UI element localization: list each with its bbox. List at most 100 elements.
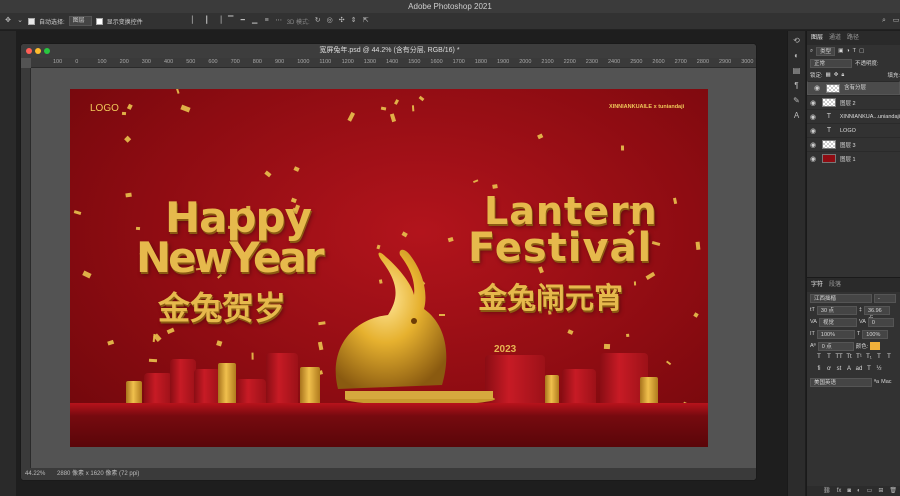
fx-icon[interactable]: fx <box>837 486 842 496</box>
vertical-ruler[interactable] <box>21 68 31 470</box>
ruler-tick-label: 1300 <box>363 59 377 65</box>
3d-slide-icon[interactable]: ⇕ <box>350 17 358 25</box>
document-tab[interactable]: 宽屏兔年.psd @ 44.2% (含有分层, RGB/16) * <box>21 44 756 58</box>
layer-row[interactable]: ◉ 图层 1 <box>807 151 900 165</box>
align-right-icon[interactable]: ▕ <box>215 17 223 25</box>
minimize-icon[interactable] <box>35 48 41 54</box>
show-transform-checkbox[interactable] <box>95 17 103 25</box>
new-layer-icon[interactable]: ⊞ <box>878 486 883 496</box>
visibility-eye-icon[interactable]: ◉ <box>807 99 819 107</box>
horizontal-ruler[interactable]: 100 0 100 200 300 400 500 600 700 800 900 1000 1100 1… <box>31 58 756 68</box>
fraction-icon[interactable]: ½ <box>875 366 883 375</box>
kerning-field[interactable]: 视觉 <box>818 317 857 327</box>
antialias-value[interactable]: Mac <box>881 379 891 385</box>
filter-text-icon[interactable]: T <box>853 48 856 54</box>
layer-row[interactable]: ◉ T LOGO <box>807 123 900 137</box>
3d-scale-icon[interactable]: ⇱ <box>362 17 370 25</box>
3d-rotate-icon[interactable]: ↻ <box>314 17 322 25</box>
paragraph-icon[interactable]: ¶ <box>792 81 802 91</box>
small-caps-icon[interactable]: Tt <box>845 354 853 363</box>
character-icon[interactable]: A <box>792 111 802 121</box>
layer-row[interactable]: ◉ 图层 3 <box>807 137 900 151</box>
link-icon[interactable]: ⛓︎ <box>823 486 831 496</box>
kerning-icon: VA <box>810 319 817 325</box>
trash-icon[interactable]: 🗑︎ <box>889 486 897 496</box>
more-options-icon[interactable]: ⋯ <box>275 17 283 25</box>
leading-icon: ‡ <box>858 307 862 313</box>
ornament-icon[interactable]: ơ <box>825 366 833 375</box>
chevron-down-icon[interactable]: ⌄ <box>16 17 24 25</box>
document-size[interactable]: 2880 像素 x 1620 像素 (72 ppi) <box>57 471 139 477</box>
underline-icon[interactable]: T <box>875 354 883 363</box>
tab-layers[interactable]: 图层 <box>811 31 823 45</box>
tracking-field[interactable]: 0 <box>867 317 894 327</box>
canvas[interactable]: LOGO XINNIANKUAILE x tuniandaji Happy Ne… <box>70 89 708 447</box>
visibility-eye-icon[interactable]: ◉ <box>807 127 819 135</box>
align-left-icon[interactable]: ▏ <box>191 17 199 25</box>
layer-row[interactable]: ◉ 含有分层 <box>807 81 900 95</box>
swash-icon[interactable]: A <box>845 366 853 375</box>
layer-row[interactable]: ◉ 图层 2 <box>807 95 900 109</box>
visibility-eye-icon[interactable]: ◉ <box>807 113 819 121</box>
font-style-dropdown[interactable]: - <box>874 293 896 303</box>
faux-italic-icon[interactable]: T <box>825 354 833 363</box>
ligature-icon[interactable]: fi <box>815 366 823 375</box>
lock-position-icon[interactable]: ✥ <box>834 72 839 78</box>
document-title: 宽屏兔年.psd @ 44.2% (含有分层, RGB/16) * <box>319 47 460 54</box>
auto-select-checkbox[interactable] <box>28 17 35 25</box>
adjustment-layer-icon[interactable]: ◐ <box>857 486 861 496</box>
leading-field[interactable]: 36.96 点 <box>863 305 890 322</box>
history-icon[interactable]: ⟲ <box>792 36 802 46</box>
workspace-icon[interactable]: ▭ <box>892 17 900 25</box>
font-size-field[interactable]: 30 点 <box>816 305 857 315</box>
blend-mode-dropdown[interactable]: 正常 <box>810 58 852 68</box>
superscript-icon[interactable]: T¹ <box>855 354 863 363</box>
close-icon[interactable] <box>26 48 32 54</box>
vscale-field[interactable]: 100% <box>816 329 855 339</box>
distribute-icon[interactable]: ≡ <box>263 17 271 25</box>
visibility-eye-icon[interactable]: ◉ <box>807 155 819 163</box>
lock-all-icon[interactable]: 🔒︎ <box>841 72 844 79</box>
faux-bold-icon[interactable]: T <box>815 354 823 363</box>
zoom-level[interactable]: 44.22% <box>25 471 45 477</box>
search-icon[interactable]: ⌕ <box>880 17 888 25</box>
brush-icon[interactable]: ✎ <box>792 96 802 106</box>
ordinal-icon[interactable]: T <box>865 366 873 375</box>
align-bottom-icon[interactable]: ▁ <box>251 17 259 25</box>
alternates-icon[interactable]: ad <box>855 366 863 375</box>
tab-paths[interactable]: 路径 <box>847 31 859 45</box>
subscript-icon[interactable]: T₁ <box>865 354 873 363</box>
tab-channels[interactable]: 通道 <box>829 31 841 45</box>
3d-drag-icon[interactable]: ✣ <box>338 17 346 25</box>
stylistic-icon[interactable]: st <box>835 366 843 375</box>
visibility-eye-icon[interactable]: ◉ <box>807 141 819 149</box>
layer-row[interactable]: ◉ T XINNIANKUA...uniandaji <box>807 109 900 123</box>
filter-shape-icon[interactable]: ▢ <box>859 48 864 54</box>
all-caps-icon[interactable]: TT <box>835 354 843 363</box>
adjustments-icon[interactable]: ◐ <box>792 51 802 61</box>
move-tool-icon[interactable]: ✥ <box>4 17 12 25</box>
hscale-field[interactable]: 100% <box>862 329 889 339</box>
tab-character[interactable]: 字符 <box>811 278 823 292</box>
maximize-icon[interactable] <box>44 48 50 54</box>
tab-paragraph[interactable]: 段落 <box>829 278 841 292</box>
3d-roll-icon[interactable]: ◎ <box>326 17 334 25</box>
folder-icon[interactable]: ▭ <box>867 486 873 496</box>
align-middle-icon[interactable]: ━ <box>239 17 247 25</box>
layer-name: 图层 2 <box>840 100 856 107</box>
filter-adjust-icon[interactable]: ◑ <box>846 48 849 54</box>
align-center-icon[interactable]: ┃ <box>203 17 211 25</box>
text-color-swatch[interactable] <box>870 342 881 350</box>
lock-pixels-icon[interactable]: ▦ <box>826 72 831 78</box>
align-top-icon[interactable]: ▔ <box>227 17 235 25</box>
auto-select-dropdown[interactable]: 图层 <box>68 16 92 26</box>
visibility-eye-icon[interactable]: ◉ <box>811 84 823 93</box>
strikethrough-icon[interactable]: T <box>885 354 893 363</box>
mask-icon[interactable]: ◙ <box>847 486 851 496</box>
properties-icon[interactable]: ▤ <box>792 66 802 76</box>
layer-filter-dropdown[interactable]: 类型 <box>816 46 836 56</box>
baseline-field[interactable]: 0 点 <box>817 341 854 351</box>
font-family-dropdown[interactable]: 江西拙楷 <box>810 293 872 303</box>
filter-pixel-icon[interactable]: ▣ <box>838 48 843 54</box>
language-dropdown[interactable]: 美国英语 <box>810 377 872 387</box>
